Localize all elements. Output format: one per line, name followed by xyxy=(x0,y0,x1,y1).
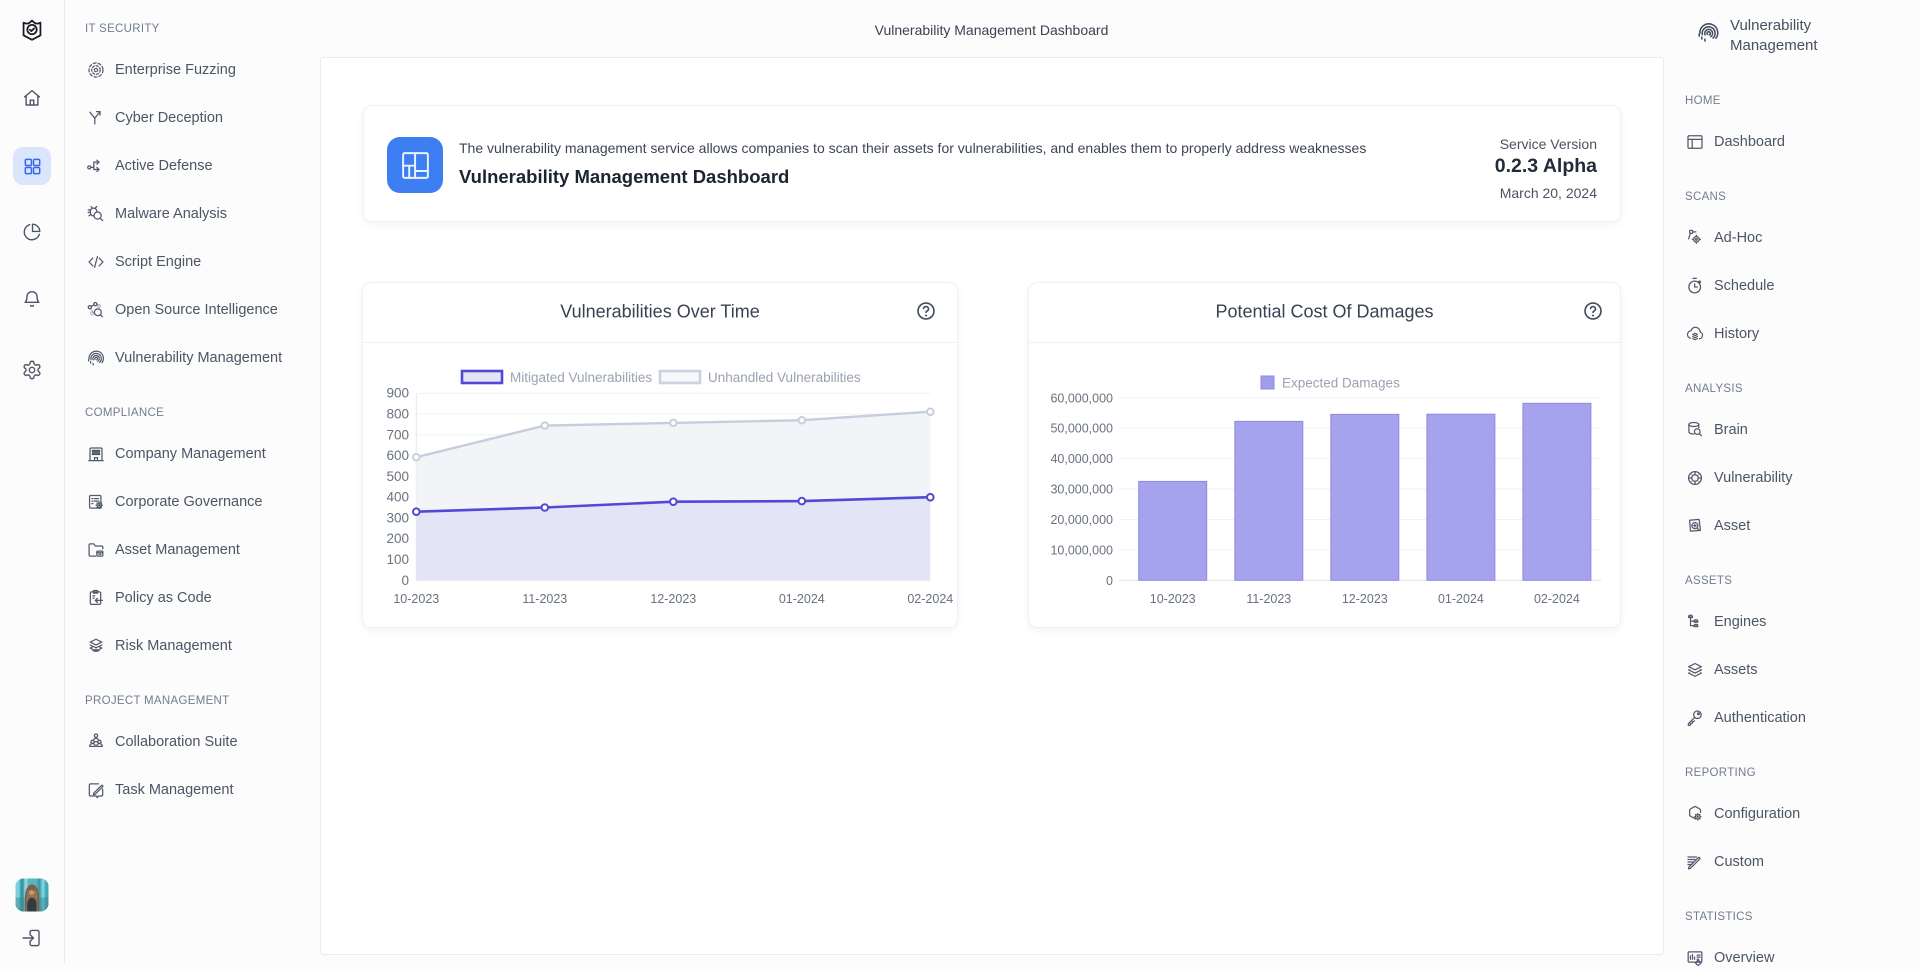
svg-text:11-2023: 11-2023 xyxy=(522,592,567,606)
svg-text:600: 600 xyxy=(386,448,409,463)
svg-text:Expected Damages: Expected Damages xyxy=(1282,376,1400,391)
svg-text:02-2024: 02-2024 xyxy=(907,592,953,606)
svg-text:20,000,000: 20,000,000 xyxy=(1050,513,1113,527)
svg-text:0: 0 xyxy=(1106,574,1113,588)
svg-text:200: 200 xyxy=(386,531,409,546)
svg-text:11-2023: 11-2023 xyxy=(1246,592,1291,606)
svg-text:02-2024: 02-2024 xyxy=(1534,592,1580,606)
svg-text:40,000,000: 40,000,000 xyxy=(1050,452,1113,466)
svg-text:500: 500 xyxy=(386,469,409,484)
svg-text:01-2024: 01-2024 xyxy=(779,592,825,606)
svg-text:10,000,000: 10,000,000 xyxy=(1050,543,1113,557)
svg-text:60,000,000: 60,000,000 xyxy=(1050,391,1113,405)
svg-text:900: 900 xyxy=(386,386,409,401)
svg-text:800: 800 xyxy=(386,407,409,422)
svg-text:50,000,000: 50,000,000 xyxy=(1050,422,1113,436)
svg-text:0: 0 xyxy=(401,573,409,588)
svg-text:700: 700 xyxy=(386,427,409,442)
svg-text:Mitigated Vulnerabilities: Mitigated Vulnerabilities xyxy=(510,370,652,385)
svg-text:10-2023: 10-2023 xyxy=(393,592,439,606)
svg-text:Unhandled Vulnerabilities: Unhandled Vulnerabilities xyxy=(708,370,861,385)
svg-text:12-2023: 12-2023 xyxy=(650,592,696,606)
svg-text:12-2023: 12-2023 xyxy=(1342,592,1388,606)
svg-text:30,000,000: 30,000,000 xyxy=(1050,483,1113,497)
svg-text:100: 100 xyxy=(386,552,409,567)
svg-text:400: 400 xyxy=(386,490,409,505)
svg-text:300: 300 xyxy=(386,510,409,525)
svg-text:10-2023: 10-2023 xyxy=(1150,592,1196,606)
svg-text:01-2024: 01-2024 xyxy=(1438,592,1484,606)
